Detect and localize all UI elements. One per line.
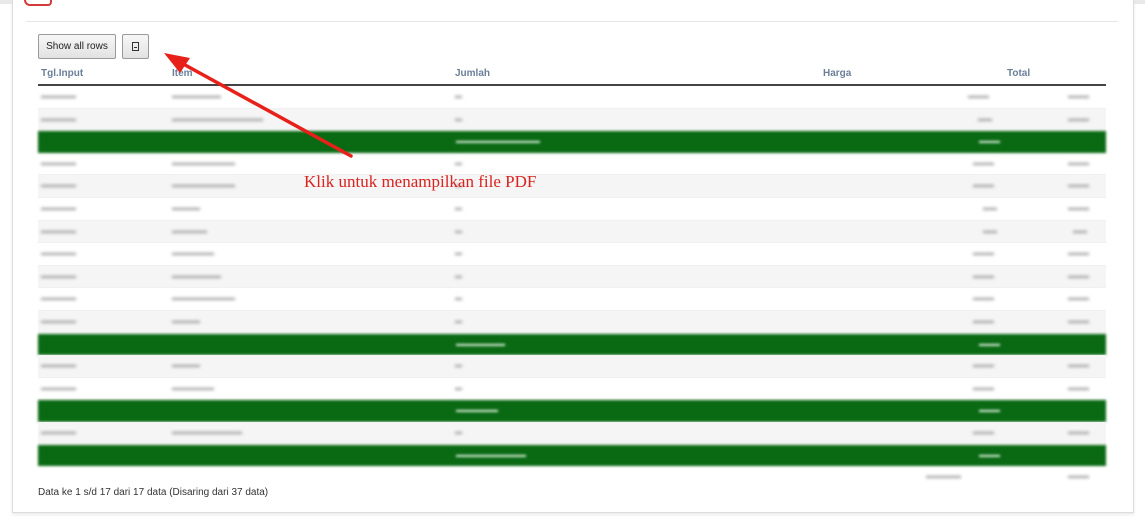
col-jumlah[interactable]: Jumlah xyxy=(455,68,490,79)
grand-total-row: ▬▬▬▬▬ ▬▬▬ xyxy=(926,473,1089,481)
logo-fragment xyxy=(24,0,52,6)
subtotal-row: ▬▬▬▬▬▬ ▬▬▬ xyxy=(38,400,1106,422)
col-total[interactable]: Total xyxy=(1007,68,1030,79)
table-row: ▬▬▬▬▬▬▬▬▬▬▬▬▬▬▬ xyxy=(38,220,1106,244)
pdf-file-icon xyxy=(132,42,139,51)
subtotal-row: ▬▬▬▬▬▬▬▬▬▬ ▬▬▬ xyxy=(38,444,1106,467)
table-row: ▬▬▬▬▬ ▬▬▬▬ ▬ ▬▬▬ ▬▬▬ xyxy=(38,355,1106,378)
table-row: ▬▬▬▬▬▬▬▬▬▬▬▬▬▬▬ xyxy=(38,198,1106,221)
report-table: Tgl.Input Item Jumlah Harga Total ▬▬▬▬▬ ▬… xyxy=(38,64,1106,488)
table-row: ▬▬▬▬▬ ▬▬▬▬▬▬ ▬ ▬▬▬ ▬▬▬ xyxy=(38,378,1106,401)
show-all-rows-button[interactable]: Show all rows xyxy=(38,34,116,59)
panel-divider xyxy=(26,21,1118,22)
table-row: ▬▬▬▬▬ ▬▬▬▬▬▬▬▬▬▬▬▬▬ ▬ ▬▬ ▬▬▬ xyxy=(38,108,1106,132)
subtotal-row: ▬▬▬▬▬▬▬▬▬▬▬▬ ▬▬▬ xyxy=(38,131,1106,153)
table-row: ▬▬▬▬▬ ▬▬▬▬▬▬▬ ▬ ▬▬▬ ▬▬▬ xyxy=(38,265,1106,289)
col-item[interactable]: Item xyxy=(172,68,193,79)
table-header: Tgl.Input Item Jumlah Harga Total xyxy=(38,64,1106,86)
pdf-export-button[interactable] xyxy=(122,34,149,59)
table-row: ▬▬▬▬▬ ▬▬▬▬▬▬▬▬▬ ▬ ▬▬▬ ▬▬▬ xyxy=(38,153,1106,176)
annotation-text: Klik untuk menampilkan file PDF xyxy=(304,172,537,191)
table-row: ▬▬▬▬▬ ▬▬▬▬ ▬ ▬▬▬ ▬▬▬ xyxy=(38,310,1106,334)
table-row: ▬▬▬▬▬ ▬▬▬▬▬▬ ▬ ▬▬▬ ▬▬▬ xyxy=(38,243,1106,266)
table-row: ▬▬▬▬▬ ▬▬▬▬▬▬▬▬▬ ▬ ▬▬▬ ▬▬▬ xyxy=(38,288,1106,311)
table-row: ▬▬▬▬▬ ▬▬▬▬▬▬▬▬▬▬ ▬ ▬▬▬ ▬▬▬ xyxy=(38,421,1106,445)
table-info-text: Data ke 1 s/d 17 dari 17 data (Disaring … xyxy=(38,487,269,498)
table-row: ▬▬▬▬▬ ▬▬▬▬▬▬▬▬▬ ▬ ▬▬▬ ▬▬▬ xyxy=(38,175,1106,198)
col-harga[interactable]: Harga xyxy=(823,68,851,79)
subtotal-row: ▬▬▬▬▬▬▬ ▬▬▬ xyxy=(38,333,1106,356)
col-tgl-input[interactable]: Tgl.Input xyxy=(41,68,83,79)
table-row: ▬▬▬▬▬ ▬▬▬▬▬▬▬ ▬ ▬▬▬ ▬▬▬ xyxy=(38,86,1106,109)
